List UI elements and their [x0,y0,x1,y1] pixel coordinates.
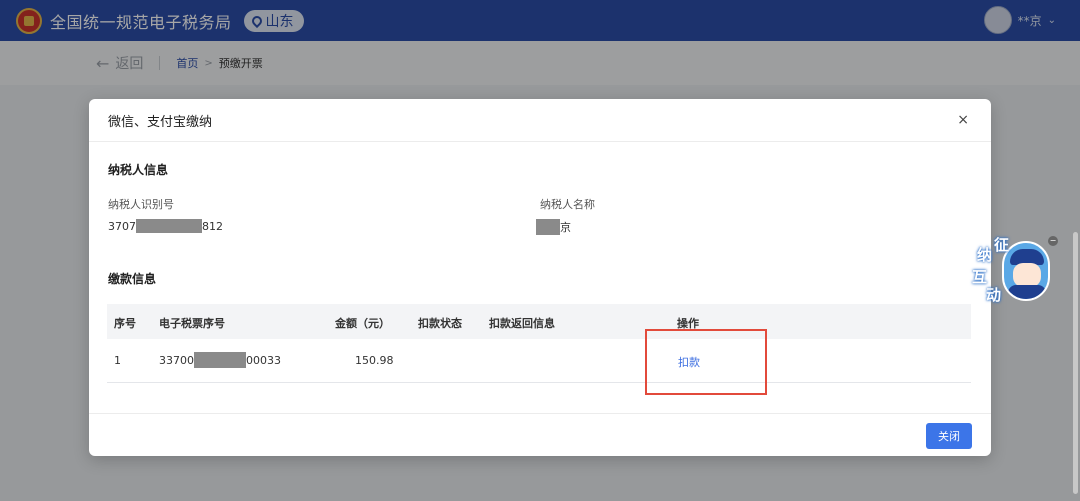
highlight-annotation-box [645,329,767,395]
taxpayer-id-prefix: 3707 [108,219,136,233]
table-header-row: 序号 电子税票序号 金额（元） 扣款状态 扣款返回信息 操作 [107,304,971,339]
taxpayer-section-title: 纳税人信息 [108,163,169,177]
row-ticket-number: 33700 00033 [159,352,281,368]
payment-section-title: 缴款信息 [108,272,157,286]
dialog-title: 微信、支付宝缴纳 [108,114,213,130]
ticket-suffix: 00033 [246,353,281,367]
column-header-status: 扣款状态 [418,317,462,330]
payment-table: 序号 电子税票序号 金额（元） 扣款状态 扣款返回信息 操作 1 33700 0… [107,304,971,395]
payment-dialog: 微信、支付宝缴纳 × 纳税人信息 纳税人识别号 3707 812 纳税人名称 京… [89,99,991,456]
mascot-avatar-icon [1002,241,1050,301]
taxpayer-id-label: 纳税人识别号 [108,198,174,211]
row-index: 1 [114,354,121,367]
column-header-ticket: 电子税票序号 [159,317,225,330]
mascot-char: 动 [986,286,1002,304]
minimize-icon[interactable]: − [1048,236,1058,246]
dialog-footer: 关闭 [89,413,991,456]
table-row: 1 33700 00033 150.98 扣款 [107,329,971,395]
mascot-char: 互 [972,268,988,286]
row-amount: 150.98 [355,354,394,367]
mascot-char: 征 [994,236,1010,254]
taxpayer-id-suffix: 812 [202,219,223,233]
redaction-mask [536,219,560,235]
taxpayer-name-value: 京 [536,219,571,235]
taxpayer-name-suffix: 京 [560,221,571,234]
interaction-mascot-widget[interactable]: 征 纳 互 动 − [972,236,1058,306]
close-icon[interactable]: × [957,112,969,128]
dialog-header: 微信、支付宝缴纳 [89,99,991,142]
column-header-return-info: 扣款返回信息 [489,317,555,330]
redaction-mask [136,219,202,233]
close-button[interactable]: 关闭 [926,423,972,449]
ticket-prefix: 33700 [159,353,194,367]
column-header-amount: 金额（元） [335,317,390,330]
redaction-mask [194,352,246,368]
taxpayer-id-value: 3707 812 [108,219,223,233]
column-header-index: 序号 [114,317,136,330]
page-scrollbar[interactable] [1073,232,1078,494]
mascot-char: 纳 [977,246,993,264]
taxpayer-name-label: 纳税人名称 [540,198,595,211]
